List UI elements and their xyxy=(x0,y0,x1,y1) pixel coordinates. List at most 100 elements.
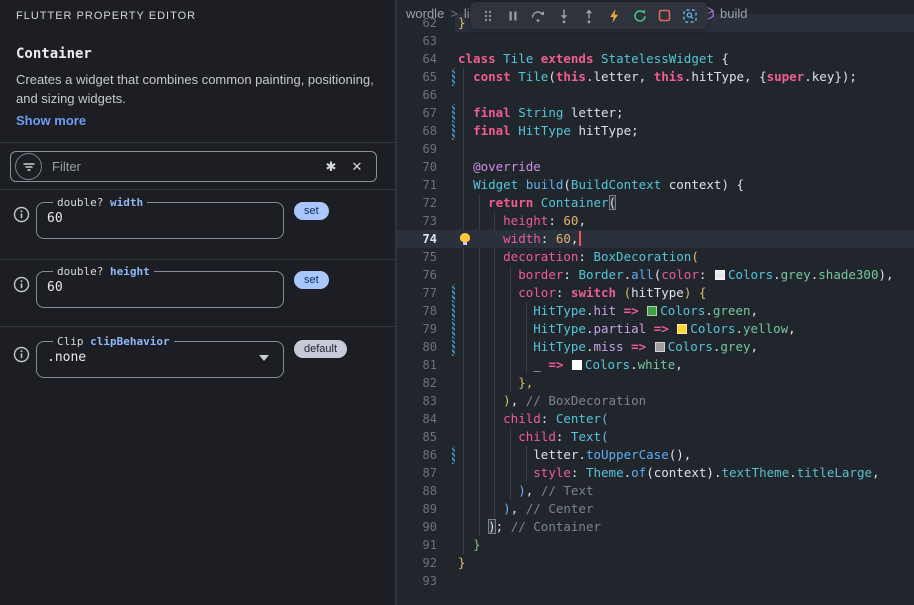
code-line-72[interactable]: 72 return Container( xyxy=(397,194,914,212)
code-line-69[interactable]: 69 xyxy=(397,140,914,158)
code-line-90[interactable]: 90 ); // Container xyxy=(397,518,914,536)
width-input[interactable] xyxy=(47,211,273,226)
line-number[interactable]: 82 xyxy=(397,374,437,392)
code-line-67[interactable]: 67 final String letter; xyxy=(397,104,914,122)
breadcrumb-project[interactable]: wordle xyxy=(406,6,444,21)
set-height-button[interactable]: set xyxy=(294,271,329,289)
stop-icon[interactable] xyxy=(655,6,675,26)
line-number[interactable]: 73 xyxy=(397,212,437,230)
code-line-76[interactable]: 76 border: Border.all(color: Colors.grey… xyxy=(397,266,914,284)
line-number[interactable]: 92 xyxy=(397,554,437,572)
hot-reload-icon[interactable] xyxy=(604,6,624,26)
code-line-80[interactable]: 80 HitType.miss => Colors.grey, xyxy=(397,338,914,356)
code-line-71[interactable]: 71 Widget build(BuildContext context) { xyxy=(397,176,914,194)
code-line-68[interactable]: 68 final HitType hitType; xyxy=(397,122,914,140)
info-icon[interactable] xyxy=(13,276,30,298)
filter-input[interactable] xyxy=(50,158,314,175)
code-line-64[interactable]: 64class Tile extends StatelessWidget { xyxy=(397,50,914,68)
line-number[interactable]: 63 xyxy=(397,32,437,50)
asterisk-icon[interactable]: ✱ xyxy=(322,159,340,175)
filter-icon[interactable] xyxy=(15,153,42,180)
code-line-66[interactable]: 66 xyxy=(397,86,914,104)
line-number[interactable]: 88 xyxy=(397,482,437,500)
line-number[interactable]: 90 xyxy=(397,518,437,536)
step-over-icon[interactable] xyxy=(528,6,548,26)
line-number[interactable]: 81 xyxy=(397,356,437,374)
line-number[interactable]: 83 xyxy=(397,392,437,410)
drag-handle-icon[interactable] xyxy=(478,6,498,26)
info-icon[interactable] xyxy=(13,206,30,228)
step-into-icon[interactable] xyxy=(554,6,574,26)
code-text: _ => Colors.white, xyxy=(455,356,914,374)
code-line-75[interactable]: 75 decoration: BoxDecoration( xyxy=(397,248,914,266)
divider xyxy=(0,142,395,143)
line-number[interactable]: 89 xyxy=(397,500,437,518)
color-preview-chip xyxy=(677,324,687,334)
hot-restart-icon[interactable] xyxy=(630,6,650,26)
line-number[interactable]: 77 xyxy=(397,284,437,302)
height-input[interactable] xyxy=(47,280,273,295)
line-number[interactable]: 80 xyxy=(397,338,437,356)
code-line-63[interactable]: 63 xyxy=(397,32,914,50)
code-line-91[interactable]: 91 } xyxy=(397,536,914,554)
panel-header: FLUTTER PROPERTY EDITOR xyxy=(16,10,196,22)
line-number[interactable]: 72 xyxy=(397,194,437,212)
line-number[interactable]: 71 xyxy=(397,176,437,194)
show-more-link[interactable]: Show more xyxy=(16,113,86,128)
info-icon[interactable] xyxy=(13,346,30,368)
code-line-84[interactable]: 84 child: Center( xyxy=(397,410,914,428)
close-icon[interactable]: ✕ xyxy=(348,159,366,175)
line-number[interactable]: 64 xyxy=(397,50,437,68)
code-line-74[interactable]: 74 width: 60, xyxy=(397,230,914,248)
code-line-70[interactable]: 70 @override xyxy=(397,158,914,176)
line-number[interactable]: 85 xyxy=(397,428,437,446)
code-line-65[interactable]: 65 const Tile(this.letter, this.hitType,… xyxy=(397,68,914,86)
code-text: height: 60, xyxy=(455,212,914,230)
line-number[interactable]: 76 xyxy=(397,266,437,284)
step-out-icon[interactable] xyxy=(579,6,599,26)
breadcrumb-file[interactable]: li xyxy=(464,6,470,21)
code-line-93[interactable]: 93 xyxy=(397,572,914,590)
line-number[interactable]: 67 xyxy=(397,104,437,122)
line-number[interactable]: 79 xyxy=(397,320,437,338)
line-number[interactable]: 66 xyxy=(397,86,437,104)
line-number[interactable]: 70 xyxy=(397,158,437,176)
code-line-92[interactable]: 92} xyxy=(397,554,914,572)
line-number[interactable]: 75 xyxy=(397,248,437,266)
code-text: border: Border.all(color: Colors.grey.sh… xyxy=(455,266,914,284)
code-line-83[interactable]: 83 ), // BoxDecoration xyxy=(397,392,914,410)
code-line-86[interactable]: 86 letter.toUpperCase(), xyxy=(397,446,914,464)
code-line-73[interactable]: 73 height: 60, xyxy=(397,212,914,230)
code-line-85[interactable]: 85 child: Text( xyxy=(397,428,914,446)
line-number[interactable]: 86 xyxy=(397,446,437,464)
default-clip-button[interactable]: default xyxy=(294,340,347,358)
line-number[interactable]: 65 xyxy=(397,68,437,86)
code-line-77[interactable]: 77 color: switch (hitType) { xyxy=(397,284,914,302)
lightbulb-icon[interactable] xyxy=(460,233,470,242)
code-line-89[interactable]: 89 ), // Center xyxy=(397,500,914,518)
code-line-78[interactable]: 78 HitType.hit => Colors.green, xyxy=(397,302,914,320)
widget-name: Container xyxy=(16,46,92,62)
code-line-88[interactable]: 88 ), // Text xyxy=(397,482,914,500)
code-line-82[interactable]: 82 }, xyxy=(397,374,914,392)
code-text xyxy=(455,86,914,104)
line-number[interactable]: 78 xyxy=(397,302,437,320)
code-line-79[interactable]: 79 HitType.partial => Colors.yellow, xyxy=(397,320,914,338)
app-window: FLUTTER PROPERTY EDITOR Container Create… xyxy=(0,0,914,605)
widget-inspector-icon[interactable] xyxy=(680,6,700,26)
code-line-81[interactable]: 81 _ => Colors.white, xyxy=(397,356,914,374)
line-number[interactable]: 91 xyxy=(397,536,437,554)
set-width-button[interactable]: set xyxy=(294,202,329,220)
line-number[interactable]: 84 xyxy=(397,410,437,428)
clip-behavior-dropdown[interactable]: .none xyxy=(47,350,273,365)
code-line-87[interactable]: 87 style: Theme.of(context).textTheme.ti… xyxy=(397,464,914,482)
line-number[interactable]: 69 xyxy=(397,140,437,158)
line-number[interactable]: 68 xyxy=(397,122,437,140)
code-text: decoration: BoxDecoration( xyxy=(455,248,914,266)
field-type-label: double? xyxy=(57,265,110,278)
code-text: HitType.partial => Colors.yellow, xyxy=(455,320,914,338)
line-number[interactable]: 87 xyxy=(397,464,437,482)
line-number[interactable]: 74 xyxy=(397,230,437,248)
pause-icon[interactable] xyxy=(503,6,523,26)
line-number[interactable]: 93 xyxy=(397,572,437,590)
